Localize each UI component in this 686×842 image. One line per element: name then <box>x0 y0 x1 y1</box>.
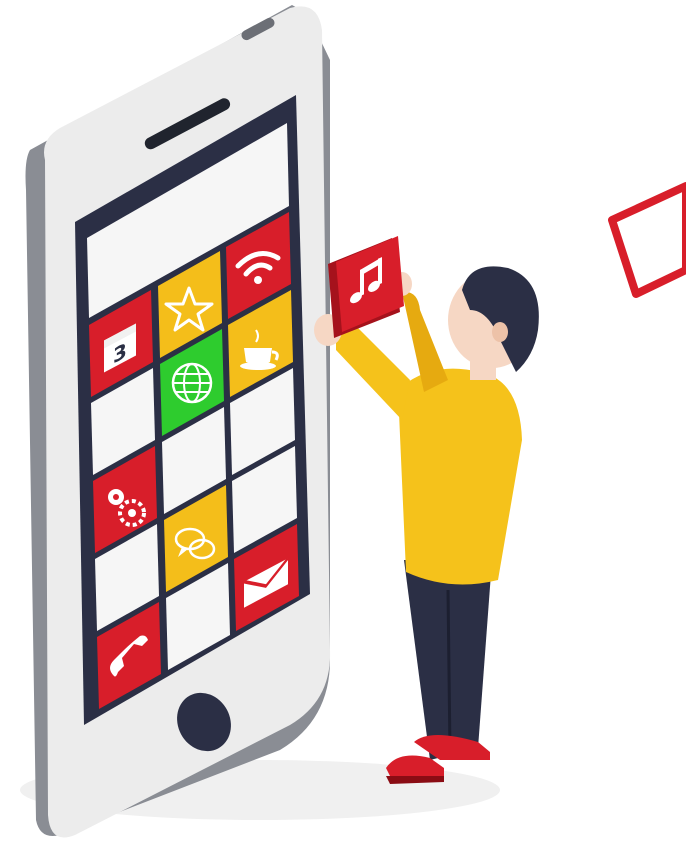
floating-tile-outline <box>608 182 686 298</box>
illustration: 3 <box>20 5 686 838</box>
person <box>314 266 539 784</box>
person-arm-back <box>402 291 448 392</box>
smartphone: 3 <box>25 5 331 838</box>
person-leg-divider <box>446 589 452 753</box>
person-ear <box>492 322 508 342</box>
person-shirt <box>398 368 522 585</box>
music-tile[interactable] <box>328 236 404 338</box>
